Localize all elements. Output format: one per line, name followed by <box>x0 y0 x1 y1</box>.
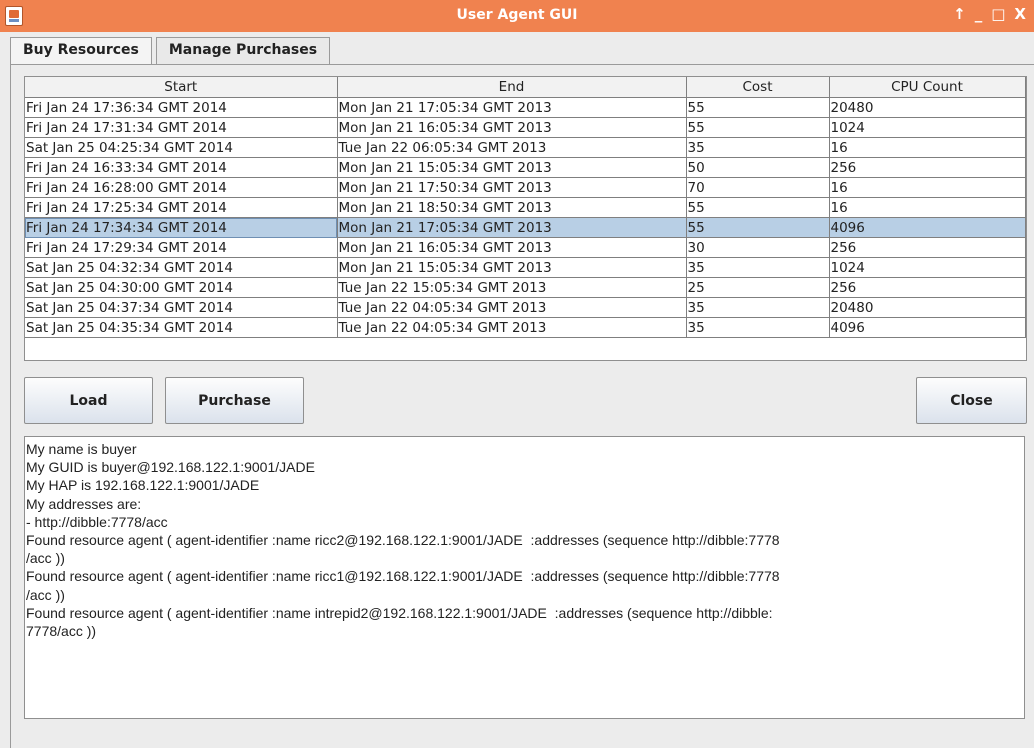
cell-cpu-count[interactable]: 256 <box>829 237 1026 258</box>
cell-end[interactable]: Tue Jan 22 15:05:34 GMT 2013 <box>337 277 687 298</box>
tab-manage-purchases[interactable]: Manage Purchases <box>155 37 331 64</box>
cell-cost[interactable]: 30 <box>686 237 830 258</box>
cell-end[interactable]: Mon Jan 21 18:50:34 GMT 2013 <box>337 197 687 218</box>
cell-start[interactable]: Sat Jan 25 04:32:34 GMT 2014 <box>25 257 338 278</box>
log-line: Found resource agent ( agent-identifier … <box>26 532 780 549</box>
table-row[interactable]: Fri Jan 24 17:25:34 GMT 2014 Mon Jan 21 1… <box>25 197 1026 218</box>
tab-buy-resources[interactable]: Buy Resources <box>10 37 152 65</box>
cell-end[interactable]: Mon Jan 21 15:05:34 GMT 2013 <box>337 157 687 178</box>
cell-start[interactable]: Sat Jan 25 04:30:00 GMT 2014 <box>25 277 338 298</box>
cell-cost[interactable]: 35 <box>686 137 830 158</box>
cell-end[interactable]: Tue Jan 22 06:05:34 GMT 2013 <box>337 137 687 158</box>
table-row[interactable]: Sat Jan 25 04:25:34 GMT 2014 Tue Jan 22 0… <box>25 137 1026 158</box>
cell-start[interactable]: Fri Jan 24 16:33:34 GMT 2014 <box>25 157 338 178</box>
log-line: My addresses are: <box>26 495 142 512</box>
cell-end[interactable]: Mon Jan 21 15:05:34 GMT 2013 <box>337 257 687 278</box>
log-line: Found resource agent ( agent-identifier … <box>26 568 780 585</box>
cell-end[interactable]: Mon Jan 21 16:05:34 GMT 2013 <box>337 237 687 258</box>
cell-end[interactable]: Mon Jan 21 17:50:34 GMT 2013 <box>337 177 687 198</box>
table-row[interactable]: Fri Jan 24 17:29:34 GMT 2014 Mon Jan 21 1… <box>25 237 1026 258</box>
column-header-cpu-count[interactable]: CPU Count <box>829 77 1026 98</box>
cell-cost[interactable]: 55 <box>686 97 830 118</box>
table-row[interactable]: Fri Jan 24 17:31:34 GMT 2014 Mon Jan 21 1… <box>25 117 1026 138</box>
load-button[interactable]: Load <box>24 377 153 424</box>
cell-end[interactable]: Mon Jan 21 16:05:34 GMT 2013 <box>337 117 687 138</box>
cell-cpu-count[interactable]: 20480 <box>829 97 1026 118</box>
table-row[interactable]: Sat Jan 25 04:30:00 GMT 2014 Tue Jan 22 1… <box>25 277 1026 298</box>
cell-start[interactable]: Fri Jan 24 17:25:34 GMT 2014 <box>25 197 338 218</box>
cell-cost[interactable]: 35 <box>686 317 830 338</box>
cell-cost[interactable]: 55 <box>686 197 830 218</box>
cell-cpu-count[interactable]: 20480 <box>829 297 1026 318</box>
cell-cpu-count[interactable]: 4096 <box>829 317 1026 338</box>
cell-end[interactable]: Mon Jan 21 17:05:34 GMT 2013 <box>337 97 687 118</box>
cell-cpu-count[interactable]: 16 <box>829 137 1026 158</box>
cell-cost[interactable]: 35 <box>686 257 830 278</box>
table-row[interactable]: Sat Jan 25 04:37:34 GMT 2014 Tue Jan 22 0… <box>25 297 1026 318</box>
cell-cost[interactable]: 25 <box>686 277 830 298</box>
move-up-icon[interactable]: ↑ <box>953 5 966 23</box>
table-row[interactable]: Sat Jan 25 04:35:34 GMT 2014 Tue Jan 22 0… <box>25 317 1026 338</box>
table-row[interactable]: Fri Jan 24 17:36:34 GMT 2014 Mon Jan 21 1… <box>25 97 1026 118</box>
log-line: My GUID is buyer@192.168.122.1:9001/JADE <box>26 459 315 476</box>
cell-cost[interactable]: 35 <box>686 297 830 318</box>
cell-end[interactable]: Tue Jan 22 04:05:34 GMT 2013 <box>337 297 687 318</box>
log-output[interactable]: My name is buyer My GUID is buyer@192.168… <box>24 436 1025 719</box>
cell-cost[interactable]: 70 <box>686 177 830 198</box>
log-line: /acc )) <box>26 550 65 567</box>
log-line: - http://dibble:7778/acc <box>26 513 168 530</box>
resources-table[interactable]: Start End Cost CPU Count Fri Jan 24 17:3… <box>24 76 1027 361</box>
table-row[interactable]: Sat Jan 25 04:32:34 GMT 2014 Mon Jan 21 1… <box>25 257 1026 278</box>
cell-cpu-count[interactable]: 1024 <box>829 117 1026 138</box>
column-header-start[interactable]: Start <box>25 77 338 98</box>
cell-cpu-count[interactable]: 16 <box>829 177 1026 198</box>
close-button[interactable]: Close <box>916 377 1027 424</box>
cell-start[interactable]: Sat Jan 25 04:25:34 GMT 2014 <box>25 137 338 158</box>
cell-start[interactable]: Fri Jan 24 17:36:34 GMT 2014 <box>25 97 338 118</box>
column-header-end[interactable]: End <box>337 77 687 98</box>
minimize-icon[interactable]: _ <box>975 5 983 23</box>
table-header: Start End Cost CPU Count <box>25 77 1026 98</box>
log-line: Found resource agent ( agent-identifier … <box>26 604 773 621</box>
log-line: /acc )) <box>26 586 65 603</box>
table-row[interactable]: Fri Jan 24 16:33:34 GMT 2014 Mon Jan 21 1… <box>25 157 1026 178</box>
window-title: User Agent GUI <box>456 7 578 23</box>
maximize-icon[interactable]: □ <box>991 5 1005 23</box>
close-icon[interactable]: X <box>1014 5 1026 23</box>
cell-end[interactable]: Tue Jan 22 04:05:34 GMT 2013 <box>337 317 687 338</box>
cell-cpu-count[interactable]: 1024 <box>829 257 1026 278</box>
cell-start[interactable]: Fri Jan 24 17:34:34 GMT 2014 <box>25 217 338 238</box>
table-row[interactable]: Fri Jan 24 17:34:34 GMT 2014 Mon Jan 21 1… <box>25 217 1026 238</box>
log-line: 7778/acc )) <box>26 623 97 640</box>
table-row[interactable]: Fri Jan 24 16:28:00 GMT 2014 Mon Jan 21 1… <box>25 177 1026 198</box>
window-controls: ↑ _ □ X <box>953 5 1026 23</box>
log-line: My name is buyer <box>26 441 137 457</box>
tab-strip: Buy Resources Manage Purchases <box>10 37 334 65</box>
cell-start[interactable]: Sat Jan 25 04:35:34 GMT 2014 <box>25 317 338 338</box>
cell-cpu-count[interactable]: 4096 <box>829 217 1026 238</box>
cell-cpu-count[interactable]: 16 <box>829 197 1026 218</box>
cell-cpu-count[interactable]: 256 <box>829 157 1026 178</box>
cell-start[interactable]: Fri Jan 24 16:28:00 GMT 2014 <box>25 177 338 198</box>
cell-start[interactable]: Sat Jan 25 04:37:34 GMT 2014 <box>25 297 338 318</box>
cell-start[interactable]: Fri Jan 24 17:31:34 GMT 2014 <box>25 117 338 138</box>
cell-cpu-count[interactable]: 256 <box>829 277 1026 298</box>
cell-end[interactable]: Mon Jan 21 17:05:34 GMT 2013 <box>337 217 687 238</box>
log-line: My HAP is 192.168.122.1:9001/JADE <box>26 477 260 494</box>
column-header-cost[interactable]: Cost <box>686 77 830 98</box>
cell-start[interactable]: Fri Jan 24 17:29:34 GMT 2014 <box>25 237 338 258</box>
cell-cost[interactable]: 50 <box>686 157 830 178</box>
title-bar: User Agent GUI ↑ _ □ X <box>0 0 1034 32</box>
cell-cost[interactable]: 55 <box>686 117 830 138</box>
purchase-button[interactable]: Purchase <box>165 377 304 424</box>
cell-cost[interactable]: 55 <box>686 217 830 238</box>
